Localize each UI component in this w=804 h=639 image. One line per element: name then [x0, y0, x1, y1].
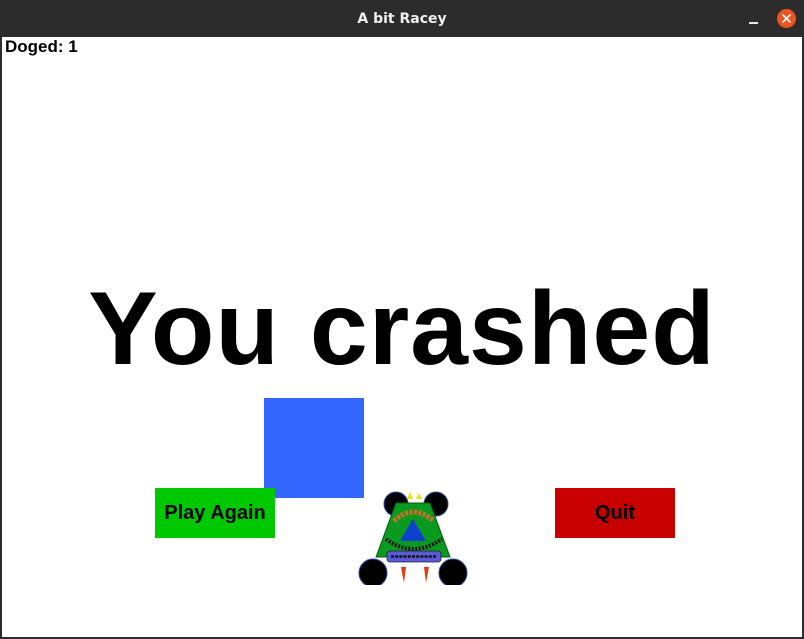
- dodged-score: Doged: 1: [5, 37, 78, 56]
- game-window: A bit Racey Doged: 1 You crashed Play Ag…: [0, 0, 804, 639]
- crash-message: You crashed: [88, 271, 716, 387]
- minimize-button[interactable]: [742, 9, 764, 31]
- title-bar[interactable]: A bit Racey: [0, 0, 804, 37]
- close-icon: [782, 14, 791, 23]
- obstacle-block: [264, 398, 364, 498]
- game-canvas: Doged: 1 You crashed Play Again Quit: [2, 37, 802, 637]
- window-title: A bit Racey: [357, 11, 447, 27]
- close-button[interactable]: [777, 9, 796, 28]
- quit-button[interactable]: Quit: [555, 488, 675, 538]
- play-again-button[interactable]: Play Again: [155, 488, 275, 538]
- car-logo-icon: [358, 491, 468, 585]
